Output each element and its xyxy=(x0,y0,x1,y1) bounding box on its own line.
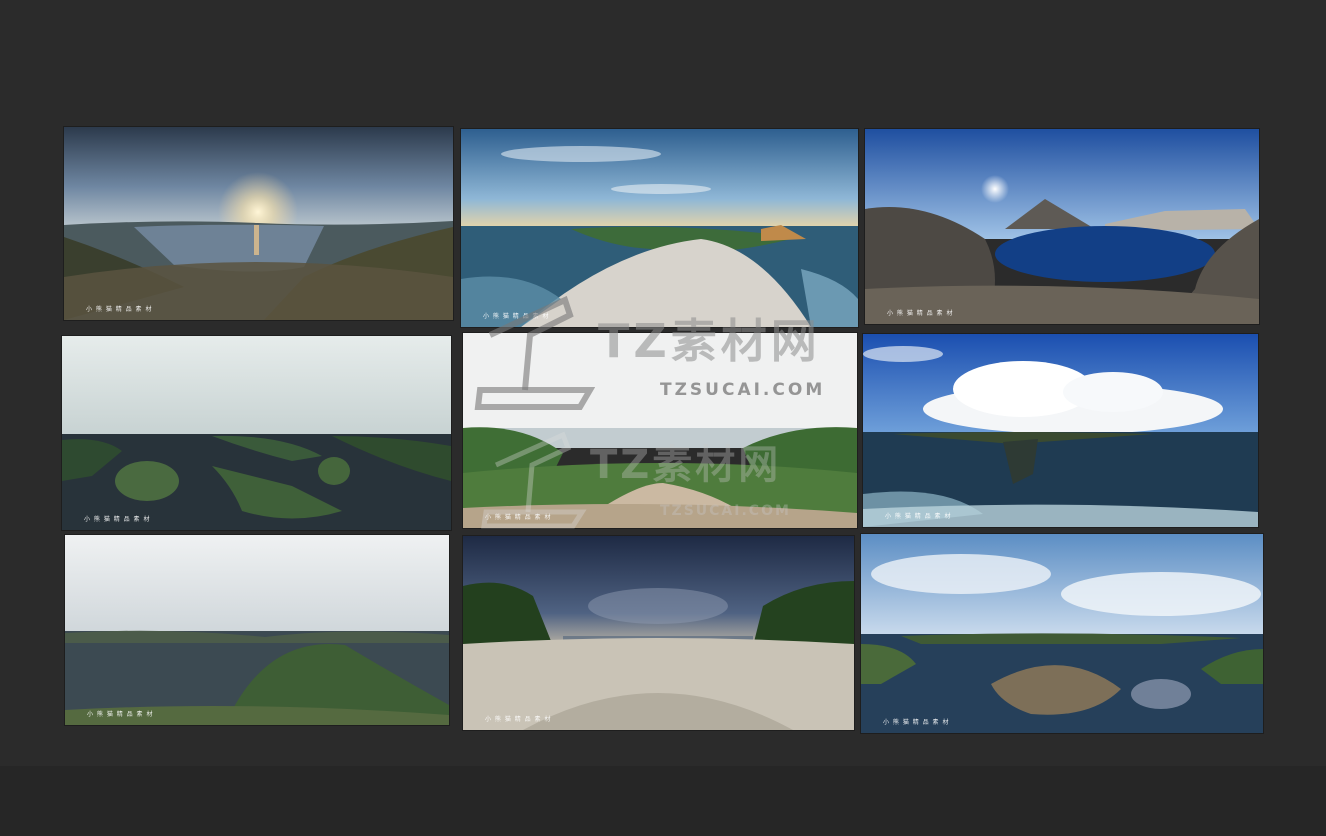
panorama-1-image xyxy=(64,127,453,320)
panorama-6-image xyxy=(863,334,1258,527)
panorama-8-caption: 小 熊 猫 精 品 素 材 xyxy=(485,716,552,723)
panorama-4-caption: 小 熊 猫 精 品 素 材 xyxy=(84,516,151,523)
bottom-band xyxy=(0,766,1326,836)
panorama-9-caption: 小 熊 猫 精 品 素 材 xyxy=(883,719,950,726)
panorama-thumbnail-1[interactable]: 小 熊 猫 精 品 素 材 xyxy=(64,127,453,320)
panorama-4-image xyxy=(62,336,451,530)
panorama-7-image xyxy=(65,535,449,725)
panorama-thumbnail-4[interactable]: 小 熊 猫 精 品 素 材 xyxy=(62,336,451,530)
panorama-thumbnail-9[interactable]: 小 熊 猫 精 品 素 材 xyxy=(861,534,1263,733)
panorama-thumbnail-3[interactable]: 小 熊 猫 精 品 素 材 xyxy=(865,129,1259,324)
panorama-thumbnail-8[interactable]: 小 熊 猫 精 品 素 材 xyxy=(463,536,854,730)
panorama-1-caption: 小 熊 猫 精 品 素 材 xyxy=(86,306,153,313)
panorama-8-image xyxy=(463,536,854,730)
panorama-thumbnail-6[interactable]: 小 熊 猫 精 品 素 材 xyxy=(863,334,1258,527)
panorama-3-caption: 小 熊 猫 精 品 素 材 xyxy=(887,310,954,317)
panorama-9-image xyxy=(861,534,1263,733)
panorama-6-caption: 小 熊 猫 精 品 素 材 xyxy=(885,513,952,520)
panorama-thumbnail-7[interactable]: 小 熊 猫 精 品 素 材 xyxy=(65,535,449,725)
panorama-7-caption: 小 熊 猫 精 品 素 材 xyxy=(87,711,154,718)
watermark-logo-icon-secondary xyxy=(481,431,587,529)
panorama-3-image xyxy=(865,129,1259,324)
watermark-logo-icon xyxy=(474,295,595,410)
